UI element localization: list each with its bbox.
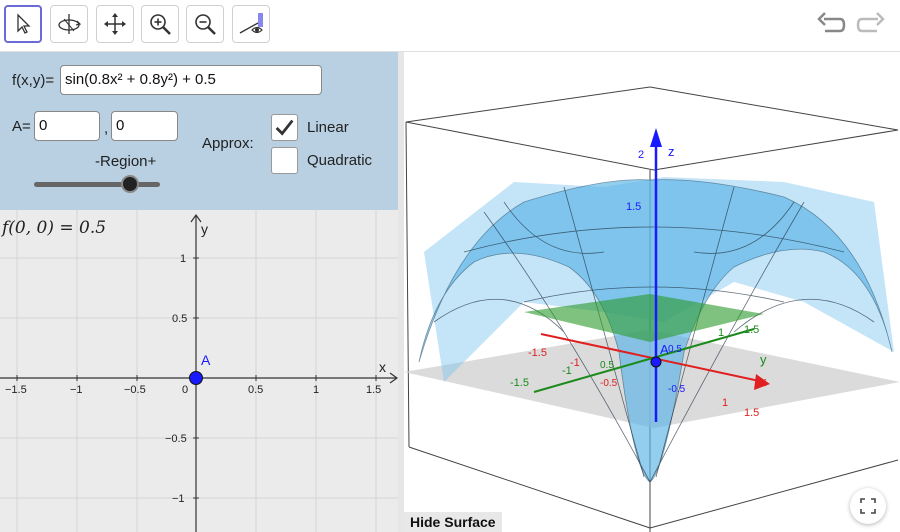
region-slider-track[interactable] <box>34 182 160 187</box>
inner-tick-label: -0.5 <box>600 378 618 389</box>
inner-tick-label: 0.5 <box>600 360 614 371</box>
x-tick-label: 0 <box>182 384 188 396</box>
x-tick-label: 1.5 <box>366 384 381 396</box>
view-from-icon <box>239 13 263 34</box>
x-tick-label: −0.5 <box>124 384 146 396</box>
y-tick-label: 1 <box>180 253 186 265</box>
view-from-button[interactable] <box>232 5 270 43</box>
y-axis-label-3d: y <box>760 352 767 367</box>
zoom-out-icon <box>195 14 216 35</box>
z-tick-label: 2 <box>638 149 644 161</box>
y-tick-label: −0.5 <box>165 433 187 445</box>
y-tick-label-3d: -1 <box>562 365 572 377</box>
linear-checkbox[interactable] <box>271 114 298 141</box>
point-a[interactable] <box>189 371 203 385</box>
x-tick-label: −1.5 <box>5 384 27 396</box>
geogebra-app: f(x,y)= sin(0.8x² + 0.8y²) + 0.5 A= 0 , … <box>0 0 900 532</box>
region-slider-label: -Region+ <box>95 153 157 170</box>
graphics-2d-view[interactable]: −1.5 −1 −0.5 0 0.5 1 1.5 1 0.5 −0.5 −1 x… <box>0 210 398 532</box>
graphics-3d-canvas: z 2 1.5 y x -1.5 -1 1 1.5 -1.5 -1 1 1.5 … <box>404 86 900 532</box>
point-y-input[interactable]: 0 <box>111 111 178 141</box>
x-tick-label-3d: -1.5 <box>528 347 547 359</box>
algebra-panel: f(x,y)= sin(0.8x² + 0.8y²) + 0.5 A= 0 , … <box>0 52 398 210</box>
function-label: f(x,y)= <box>12 72 55 89</box>
zoom-in-button[interactable] <box>141 5 179 43</box>
inner-tick-label: -0.5 <box>668 384 686 395</box>
move-arrow-icon <box>17 13 31 34</box>
checkmark-icon <box>275 119 294 136</box>
y-tick-label-3d: 1 <box>718 327 724 339</box>
function-input[interactable]: sin(0.8x² + 0.8y²) + 0.5 <box>60 65 322 95</box>
fullscreen-icon <box>860 498 876 514</box>
x-axis-label: x <box>379 359 386 375</box>
region-slider-knob[interactable] <box>120 175 139 193</box>
point-a-label: A <box>201 352 211 368</box>
hide-surface-button[interactable]: Hide Surface <box>404 512 502 532</box>
rotate-view-icon <box>58 14 82 34</box>
z-tick-label: 1.5 <box>626 201 641 213</box>
x-tick-label: 0.5 <box>248 384 263 396</box>
quadratic-label: Quadratic <box>307 152 373 169</box>
graphics-3d-view[interactable]: z 2 1.5 y x -1.5 -1 1 1.5 -1.5 -1 1 1.5 … <box>404 52 900 532</box>
x-axis-label-3d: x <box>760 374 767 389</box>
move-graphics-button[interactable] <box>96 5 134 43</box>
point-label: A= <box>12 118 31 135</box>
x-tick-label-3d: 1 <box>722 397 728 409</box>
inner-tick-label: 0.5 <box>668 344 682 355</box>
approx-label: Approx: <box>202 135 254 152</box>
zoom-in-icon <box>150 14 171 35</box>
rotate-view-button[interactable] <box>50 5 88 43</box>
redo-icon[interactable] <box>856 10 886 40</box>
point-a-3d[interactable] <box>650 356 662 368</box>
function-value-text: f(0, 0) = 0.5 <box>2 218 107 238</box>
x-tick-label-3d: 1.5 <box>744 407 759 419</box>
point-a-label-3d: A <box>660 342 669 357</box>
z-axis-label: z <box>668 144 675 159</box>
x-tick-label: 1 <box>313 384 319 396</box>
comma-separator: , <box>104 120 109 137</box>
y-tick-label-3d: 1.5 <box>744 324 759 336</box>
y-tick-label: −1 <box>172 493 185 505</box>
toolbar <box>0 0 900 52</box>
point-x-input[interactable]: 0 <box>34 111 100 141</box>
linear-label: Linear <box>307 119 349 136</box>
graphics-2d-canvas: −1.5 −1 −0.5 0 0.5 1 1.5 1 0.5 −0.5 −1 x… <box>0 210 398 532</box>
move-tool-button[interactable] <box>4 5 42 43</box>
quadratic-checkbox[interactable] <box>271 147 298 174</box>
fullscreen-button[interactable] <box>850 488 886 524</box>
y-axis-label: y <box>201 221 208 237</box>
zoom-out-button[interactable] <box>186 5 224 43</box>
y-tick-label: 0.5 <box>172 313 187 325</box>
move-graphics-view-icon <box>104 13 126 35</box>
undo-icon[interactable] <box>816 10 846 40</box>
x-tick-label: −1 <box>70 384 83 396</box>
y-tick-label-3d: -1.5 <box>510 377 529 389</box>
